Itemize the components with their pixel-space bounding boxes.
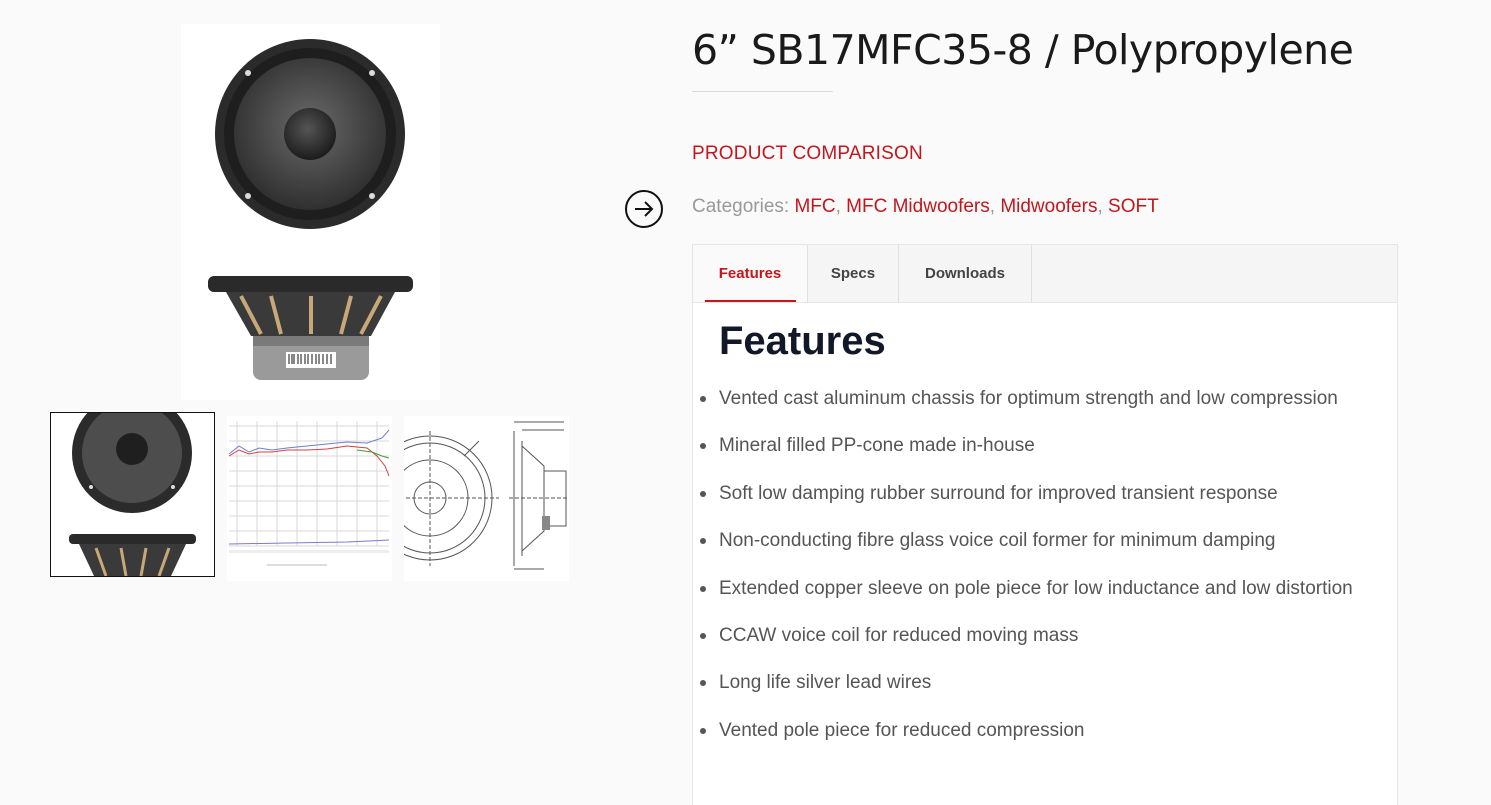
feature-item: Vented pole piece for reduced compressio… xyxy=(697,715,1353,762)
feature-item: Non-conducting fibre glass voice coil fo… xyxy=(697,525,1353,572)
category-link-soft[interactable]: SOFT xyxy=(1108,196,1159,217)
feature-item: Mineral filled PP-cone made in-house xyxy=(697,430,1353,477)
feature-item: CCAW voice coil for reduced moving mass xyxy=(697,620,1353,667)
feature-item: Extended copper sleeve on pole piece for… xyxy=(697,573,1353,620)
thumbnail-speaker-photo[interactable] xyxy=(50,412,215,577)
product-tabs-panel: Features Specs Downloads Features Vented… xyxy=(692,244,1398,805)
tab-bar: Features Specs Downloads xyxy=(693,245,1397,303)
category-link-midwoofers[interactable]: Midwoofers xyxy=(1000,196,1097,217)
arrow-right-circle-icon[interactable] xyxy=(625,190,663,228)
title-divider xyxy=(692,91,833,92)
product-comparison-link[interactable]: PRODUCT COMPARISON xyxy=(692,143,923,165)
tab-downloads[interactable]: Downloads xyxy=(899,245,1032,302)
main-product-image[interactable] xyxy=(181,24,440,400)
thumbnail-frequency-response[interactable] xyxy=(227,416,392,581)
category-link-mfc[interactable]: MFC xyxy=(794,196,835,217)
thumbnail-technical-drawing[interactable] xyxy=(404,416,569,581)
feature-item: Vented cast aluminum chassis for optimum… xyxy=(697,383,1353,430)
feature-item: Long life silver lead wires xyxy=(697,667,1353,714)
product-title: 6” SB17MFC35-8 / Polypropylene xyxy=(692,26,1354,74)
features-list: Vented cast aluminum chassis for optimum… xyxy=(697,383,1353,762)
feature-item: Soft low damping rubber surround for imp… xyxy=(697,478,1353,525)
tab-specs[interactable]: Specs xyxy=(807,245,899,302)
features-heading: Features xyxy=(719,319,886,363)
tab-features[interactable]: Features xyxy=(693,245,807,302)
category-link-mfc-midwoofers[interactable]: MFC Midwoofers xyxy=(846,196,990,217)
product-categories: Categories: MFC, MFC Midwoofers, Midwoof… xyxy=(692,196,1159,217)
categories-label: Categories: xyxy=(692,196,790,217)
